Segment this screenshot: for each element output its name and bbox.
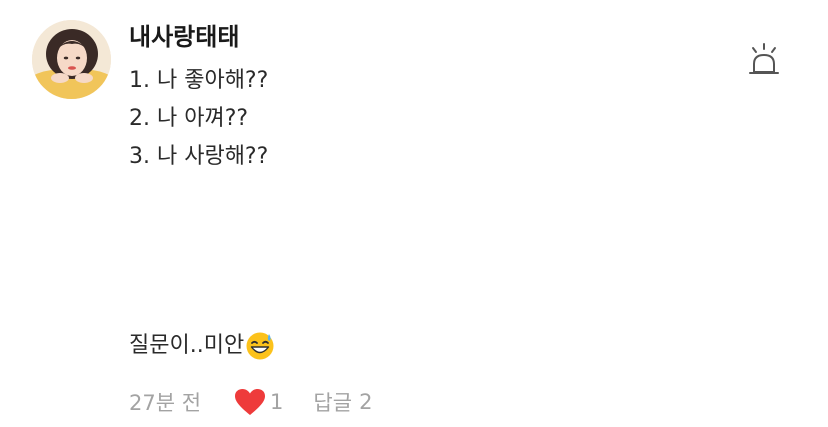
comment-line: 2. 나 아껴??	[129, 106, 249, 131]
siren-icon	[744, 42, 784, 82]
comment-closing-line: 질문이..미안	[129, 327, 275, 365]
like-button[interactable]: 1	[233, 387, 283, 417]
comment-footer: 27분 전 1 답글 2	[129, 384, 372, 420]
reply-label: 답글	[313, 391, 353, 415]
comment-author[interactable]: 내사랑태태	[129, 20, 239, 54]
comment-line: 3. 나 사랑해??	[129, 144, 269, 169]
comment-body: 1. 나 좋아해?? 2. 나 아껴?? 3. 나 사랑해??	[129, 62, 268, 176]
report-button[interactable]	[744, 42, 784, 82]
reply-count: 2	[359, 390, 373, 414]
like-count: 1	[270, 390, 284, 414]
avatar[interactable]	[32, 20, 111, 99]
grinning-face-with-sweat-emoji	[245, 331, 275, 361]
reply-button[interactable]: 답글 2	[313, 387, 372, 417]
comment-line: 1. 나 좋아해??	[129, 68, 269, 93]
heart-icon	[233, 387, 267, 417]
comment-closing-text: 질문이..미안	[129, 333, 245, 358]
comment-item: 내사랑태태 1. 나 좋아해?? 2. 나 아껴?? 3. 나 사랑해?? 질문…	[0, 0, 828, 427]
timestamp: 27분 전	[129, 391, 202, 415]
